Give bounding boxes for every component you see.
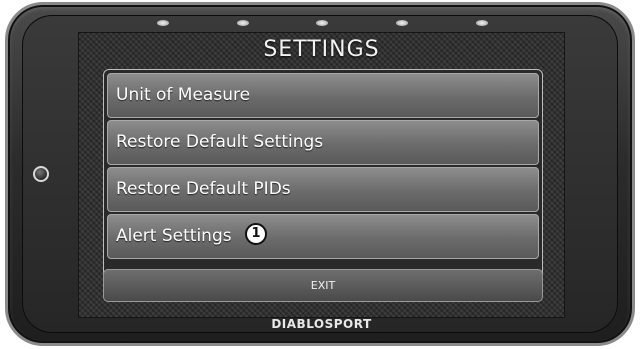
menu-item-alert-settings[interactable]: Alert Settings 1 [107, 214, 539, 259]
status-led-2 [237, 20, 249, 26]
home-button-icon[interactable] [33, 166, 49, 182]
page-title: SETTINGS [263, 37, 380, 62]
status-led-1 [157, 20, 169, 26]
menu-item-restore-default-pids[interactable]: Restore Default PIDs [107, 167, 539, 212]
display-screen: SETTINGS Unit of Measure Restore Default… [78, 32, 565, 318]
menu-item-label: Restore Default PIDs [116, 179, 291, 199]
exit-button[interactable]: EXIT [103, 269, 543, 302]
menu-item-unit-of-measure[interactable]: Unit of Measure [107, 73, 539, 118]
menu-item-label: Unit of Measure [116, 85, 251, 105]
status-led-5 [476, 20, 488, 26]
status-led-4 [396, 20, 408, 26]
settings-menu: Unit of Measure Restore Default Settings… [103, 69, 543, 297]
menu-item-restore-default-settings[interactable]: Restore Default Settings [107, 120, 539, 165]
menu-item-label: Restore Default Settings [116, 132, 324, 152]
menu-item-label: Alert Settings [116, 226, 232, 246]
callout-number-badge: 1 [245, 223, 268, 245]
brand-logo: DIABLOSPORT [271, 317, 372, 331]
status-led-3 [316, 20, 328, 26]
